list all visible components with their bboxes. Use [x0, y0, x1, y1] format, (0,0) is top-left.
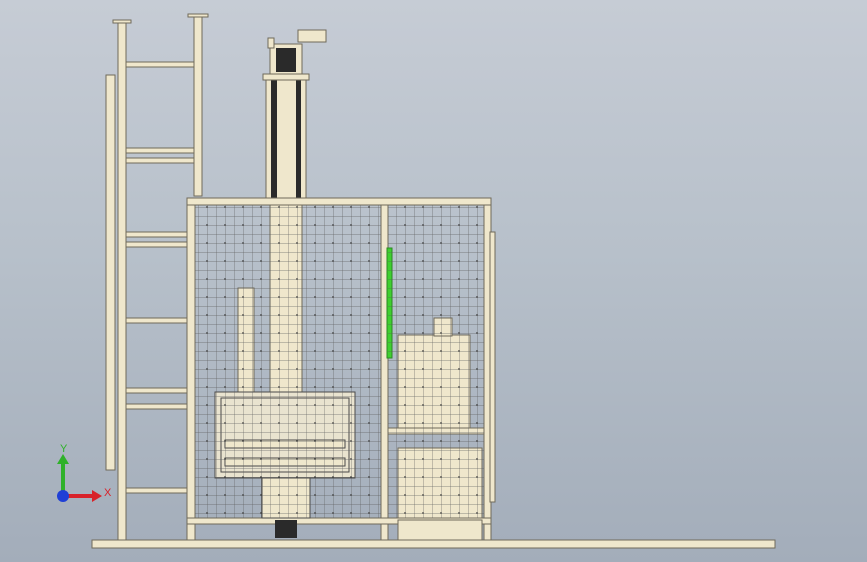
- ladder-rung: [125, 61, 195, 68]
- x-axis-label: X: [104, 487, 112, 499]
- ladder-rung: [125, 157, 195, 164]
- cad-viewport[interactable]: X Y: [0, 0, 867, 562]
- z-axis-dot: [57, 490, 69, 502]
- ladder-rung: [125, 231, 195, 238]
- ladder-rung: [125, 147, 195, 154]
- y-axis-head: [57, 454, 69, 464]
- ladder-rung: [125, 387, 195, 394]
- machine-model[interactable]: [0, 0, 867, 562]
- axis-triad: X Y: [50, 440, 120, 510]
- ladder-rung: [125, 487, 195, 494]
- ladder-rung: [125, 317, 195, 324]
- ladder-rung: [125, 403, 195, 410]
- y-axis-label: Y: [60, 443, 68, 455]
- lift-column: [262, 29, 327, 199]
- base-plate: [91, 539, 776, 549]
- main-enclosure: [186, 197, 496, 541]
- x-axis-head: [92, 490, 102, 502]
- ladder-rung: [125, 241, 195, 248]
